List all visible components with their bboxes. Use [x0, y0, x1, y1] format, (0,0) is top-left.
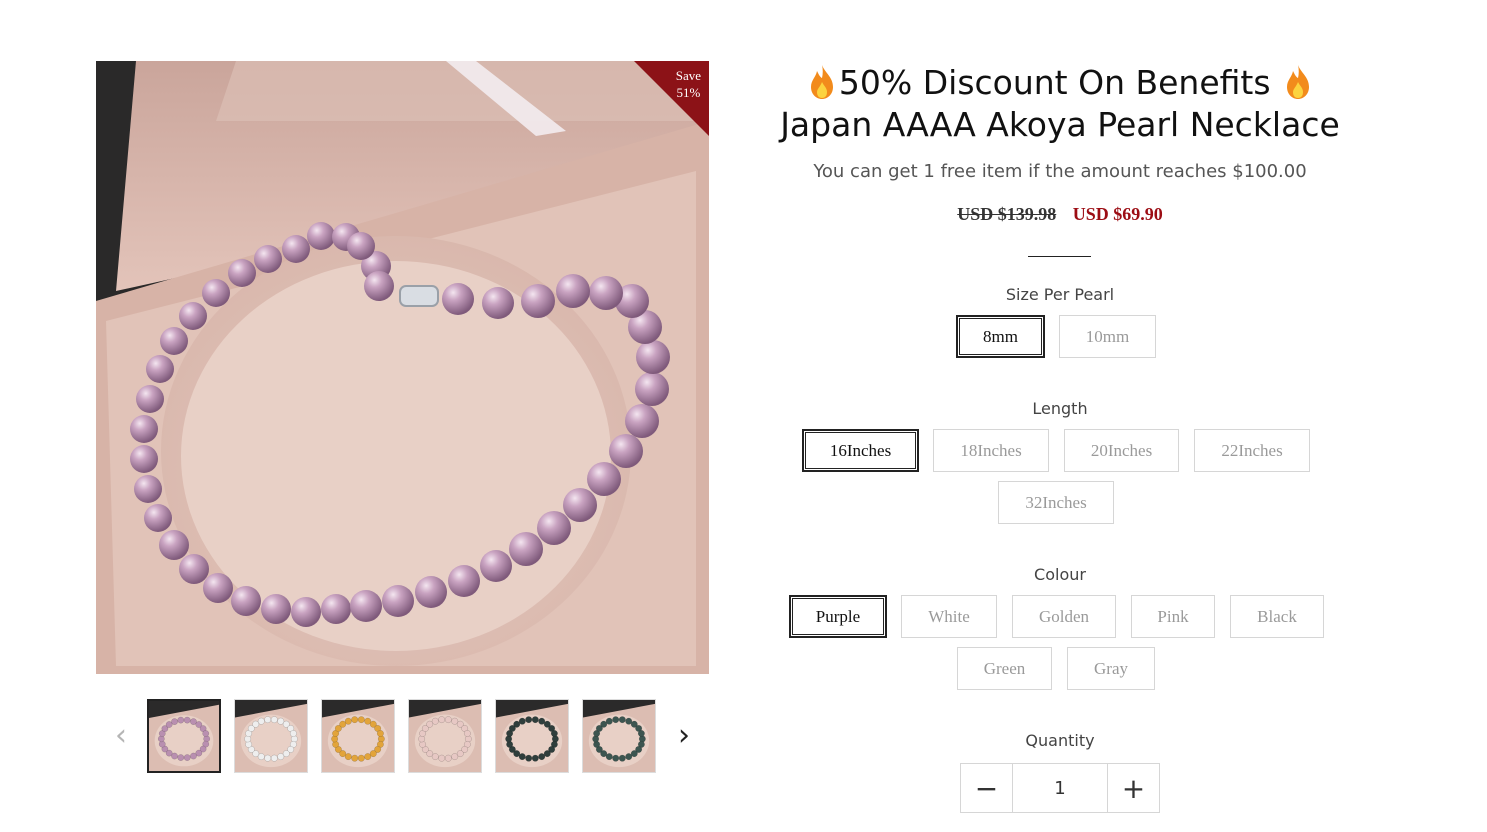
- thumbnail-4[interactable]: [408, 699, 482, 773]
- sale-price: USD $69.90: [1072, 204, 1163, 224]
- length-option-16inches[interactable]: 16Inches: [802, 429, 919, 472]
- length-option-18inches[interactable]: 18Inches: [933, 429, 1049, 472]
- thumbnail-2[interactable]: [234, 699, 308, 773]
- length-option-32inches[interactable]: 32Inches: [998, 481, 1114, 524]
- thumbnail-1[interactable]: [147, 699, 221, 773]
- thumbnail-necklace-image: [149, 701, 219, 771]
- colour-option-black[interactable]: Black: [1230, 595, 1324, 638]
- product-title-part1: 50% Discount On Benefits: [838, 63, 1271, 102]
- size-option-10mm[interactable]: 10mm: [1059, 315, 1156, 358]
- thumbnail-3[interactable]: [321, 699, 395, 773]
- quantity-input[interactable]: [1013, 764, 1107, 812]
- price-block: USD $139.98 USD $69.90: [760, 204, 1360, 225]
- length-option-label: Length: [1032, 399, 1088, 418]
- save-badge-label: Save: [675, 68, 701, 83]
- thumbnail-necklace-image: [409, 700, 481, 772]
- pearl-necklace-photo: [96, 61, 709, 674]
- fire-icon: [810, 65, 833, 99]
- thumbnail-necklace-image: [583, 700, 655, 772]
- size-option-label: Size Per Pearl: [1005, 285, 1115, 304]
- length-option-22inches[interactable]: 22Inches: [1194, 429, 1310, 472]
- colour-option-label: Colour: [1034, 565, 1086, 584]
- compare-at-price: USD $139.98: [957, 204, 1057, 224]
- colour-option-green[interactable]: Green: [957, 647, 1052, 690]
- save-badge: Save 51%: [634, 61, 709, 136]
- colour-option-gray[interactable]: Gray: [1067, 647, 1155, 690]
- divider: [1028, 256, 1091, 257]
- colour-option-white[interactable]: White: [901, 595, 997, 638]
- colour-option-purple[interactable]: Purple: [789, 595, 887, 638]
- thumbnail-necklace-image: [496, 700, 568, 772]
- save-badge-percent: 51%: [676, 85, 701, 100]
- fire-icon: [1287, 65, 1310, 99]
- main-product-image[interactable]: Save 51%: [96, 61, 709, 674]
- quantity-decrease-button[interactable]: −: [961, 764, 1013, 812]
- thumbnail-next-arrow-icon[interactable]: ›: [669, 718, 699, 754]
- thumbnail-necklace-image: [235, 700, 307, 772]
- product-title: 50% Discount On Benefits Japan AAAA Akoy…: [760, 62, 1360, 146]
- thumbnail-necklace-image: [322, 700, 394, 772]
- thumbnail-6[interactable]: [582, 699, 656, 773]
- length-option-20inches[interactable]: 20Inches: [1064, 429, 1179, 472]
- colour-option-golden[interactable]: Golden: [1012, 595, 1116, 638]
- thumbnail-5[interactable]: [495, 699, 569, 773]
- colour-option-pink[interactable]: Pink: [1131, 595, 1215, 638]
- quantity-increase-button[interactable]: +: [1107, 764, 1159, 812]
- promo-message: You can get 1 free item if the amount re…: [813, 161, 1307, 182]
- product-title-part2: Japan AAAA Akoya Pearl Necklace: [780, 105, 1340, 144]
- thumbnail-prev-arrow-icon[interactable]: ‹: [106, 718, 136, 754]
- quantity-label: Quantity: [1025, 731, 1095, 750]
- size-option-8mm[interactable]: 8mm: [956, 315, 1045, 358]
- quantity-stepper: − +: [960, 763, 1160, 813]
